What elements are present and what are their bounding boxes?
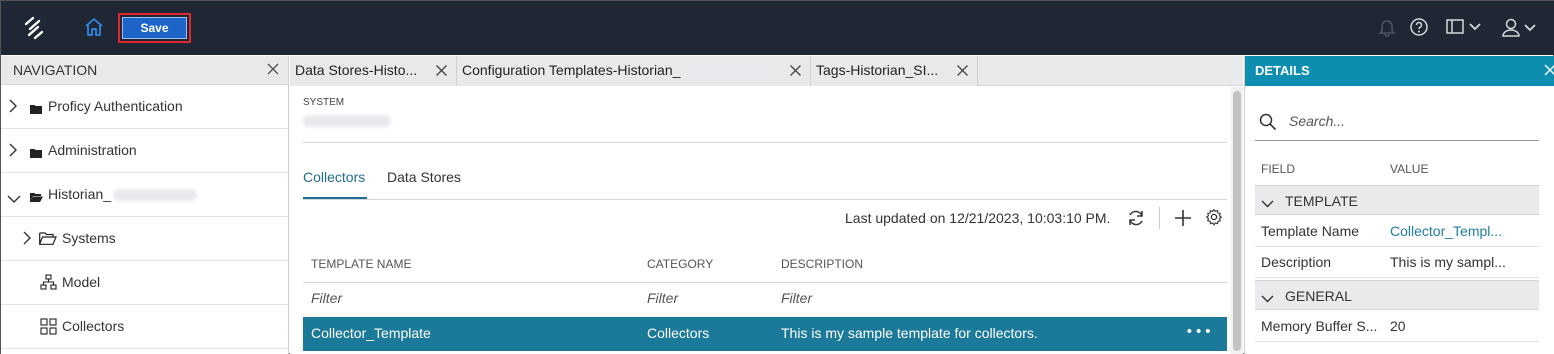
nav-item-administration[interactable]: Administration	[1, 129, 288, 173]
tab-data-stores[interactable]: Data Stores-Histo...	[290, 56, 457, 86]
filter-description-input[interactable]: Filter	[781, 290, 812, 306]
field-value[interactable]: Collector_Templ...	[1390, 223, 1502, 239]
section-template[interactable]: TEMPLATE	[1255, 185, 1539, 215]
field-label: Template Name	[1261, 223, 1360, 239]
notification-bell-icon[interactable]	[1378, 17, 1396, 41]
divider	[303, 282, 1227, 283]
tab-label: Data Stores-Histo...	[295, 62, 418, 78]
value-column-header: VALUE	[1390, 162, 1429, 176]
hierarchy-icon	[40, 274, 57, 295]
more-options-icon[interactable]: •••	[1185, 324, 1213, 340]
section-general[interactable]: GENERAL	[1255, 280, 1539, 310]
navigation-header: NAVIGATION	[1, 56, 288, 85]
navigation-panel: NAVIGATION Proficy Authentication Admini…	[1, 56, 289, 354]
nav-item-label: Systems	[62, 230, 116, 246]
folder-icon	[30, 146, 42, 162]
nav-item-model[interactable]: Model	[1, 261, 288, 305]
save-highlight: Save	[118, 13, 191, 43]
last-updated-text: Last updated on 12/21/2023, 10:03:10 PM.	[845, 210, 1111, 226]
table-row[interactable]: Collector_Template Collectors This is my…	[303, 317, 1227, 351]
field-column-header: FIELD	[1261, 162, 1296, 176]
save-button[interactable]: Save	[122, 17, 187, 39]
details-title: DETAILS	[1255, 63, 1310, 78]
column-header-category[interactable]: CATEGORY	[647, 257, 713, 271]
details-panel: DETAILS FIELD VALUE TEMPLATE Template Na…	[1244, 56, 1554, 354]
folder-open-icon	[30, 190, 43, 206]
navigation-title: NAVIGATION	[13, 62, 98, 78]
detail-row-template-name: Template Name Collector_Templ...	[1255, 216, 1539, 247]
detail-row-memory-buffer: Memory Buffer S... 20	[1255, 311, 1539, 342]
nav-item-proficy-authentication[interactable]: Proficy Authentication	[1, 85, 288, 129]
redacted-text	[113, 189, 198, 202]
tab-label: Tags-Historian_SI...	[816, 62, 939, 78]
scrollbar-thumb[interactable]	[1233, 91, 1241, 351]
cell-description: This is my sample template for collector…	[781, 325, 1038, 341]
section-title: GENERAL	[1285, 288, 1352, 304]
nav-item-label: Proficy Authentication	[48, 98, 183, 114]
cell-category: Collectors	[647, 325, 710, 341]
close-icon[interactable]	[435, 64, 448, 81]
home-icon[interactable]	[83, 16, 105, 38]
user-menu-icon[interactable]	[1501, 17, 1541, 43]
tab-tags[interactable]: Tags-Historian_SI...	[811, 56, 978, 86]
vertical-scrollbar[interactable]	[1231, 87, 1243, 354]
document-tabs: Data Stores-Histo... Configuration Templ…	[290, 56, 1243, 86]
cell-template-name: Collector_Template	[311, 325, 431, 341]
nav-item-historian[interactable]: Historian_	[1, 173, 288, 217]
chevron-right-icon[interactable]	[9, 99, 17, 117]
field-label: Memory Buffer S...	[1261, 318, 1378, 334]
details-header: DETAILS	[1245, 56, 1554, 86]
details-search	[1255, 101, 1539, 141]
close-icon[interactable]	[956, 64, 969, 81]
section-title: TEMPLATE	[1285, 193, 1358, 209]
app-logo-icon[interactable]	[21, 15, 47, 41]
close-icon[interactable]	[789, 64, 802, 81]
filter-category-input[interactable]: Filter	[647, 290, 678, 306]
add-icon[interactable]	[1173, 208, 1193, 232]
tab-data-stores-inner[interactable]: Data Stores	[387, 169, 461, 185]
field-value: 20	[1390, 318, 1406, 334]
nav-item-systems[interactable]: Systems	[1, 217, 288, 261]
detail-row-description: Description This is my sampl...	[1255, 247, 1539, 278]
help-icon[interactable]	[1409, 17, 1429, 41]
chevron-down-icon[interactable]	[7, 191, 21, 207]
folder-outline-icon	[39, 232, 57, 249]
redacted-text	[682, 65, 775, 78]
search-icon	[1259, 113, 1277, 135]
nav-item-collectors[interactable]: Collectors	[1, 305, 288, 349]
nav-item-label: Collectors	[62, 318, 125, 334]
column-header-template-name[interactable]: TEMPLATE NAME	[311, 257, 411, 271]
chevron-down-icon[interactable]	[1261, 291, 1274, 307]
chevron-right-icon[interactable]	[23, 231, 31, 249]
panel-layout-icon[interactable]	[1445, 17, 1485, 41]
settings-gear-icon[interactable]	[1205, 208, 1223, 230]
chevron-right-icon[interactable]	[9, 143, 17, 161]
grid-icon	[40, 318, 57, 339]
divider	[303, 142, 1227, 143]
nav-item-label: Administration	[48, 142, 137, 158]
divider	[303, 199, 1227, 200]
column-header-description[interactable]: DESCRIPTION	[781, 257, 863, 271]
field-label: Description	[1261, 254, 1332, 270]
tab-collectors[interactable]: Collectors	[303, 169, 365, 185]
system-value-redacted	[303, 115, 391, 127]
nav-item-label: Historian_	[48, 186, 198, 202]
nav-item-label: Model	[62, 274, 101, 290]
filter-template-name-input[interactable]: Filter	[311, 290, 342, 306]
field-value: This is my sampl...	[1390, 254, 1506, 270]
chevron-down-icon[interactable]	[1261, 196, 1274, 212]
main-content: SYSTEM Collectors Data Stores Last updat…	[290, 87, 1243, 354]
system-label: SYSTEM	[303, 97, 345, 108]
close-icon[interactable]	[1543, 63, 1554, 81]
divider	[1159, 207, 1160, 229]
folder-icon	[30, 102, 42, 118]
tab-label: Configuration Templates-Historian_	[462, 62, 775, 78]
top-bar: Save	[1, 1, 1554, 55]
tab-configuration-templates[interactable]: Configuration Templates-Historian_	[457, 56, 811, 86]
close-icon[interactable]	[266, 62, 280, 80]
refresh-icon[interactable]	[1126, 208, 1146, 232]
search-input[interactable]	[1289, 109, 1529, 133]
